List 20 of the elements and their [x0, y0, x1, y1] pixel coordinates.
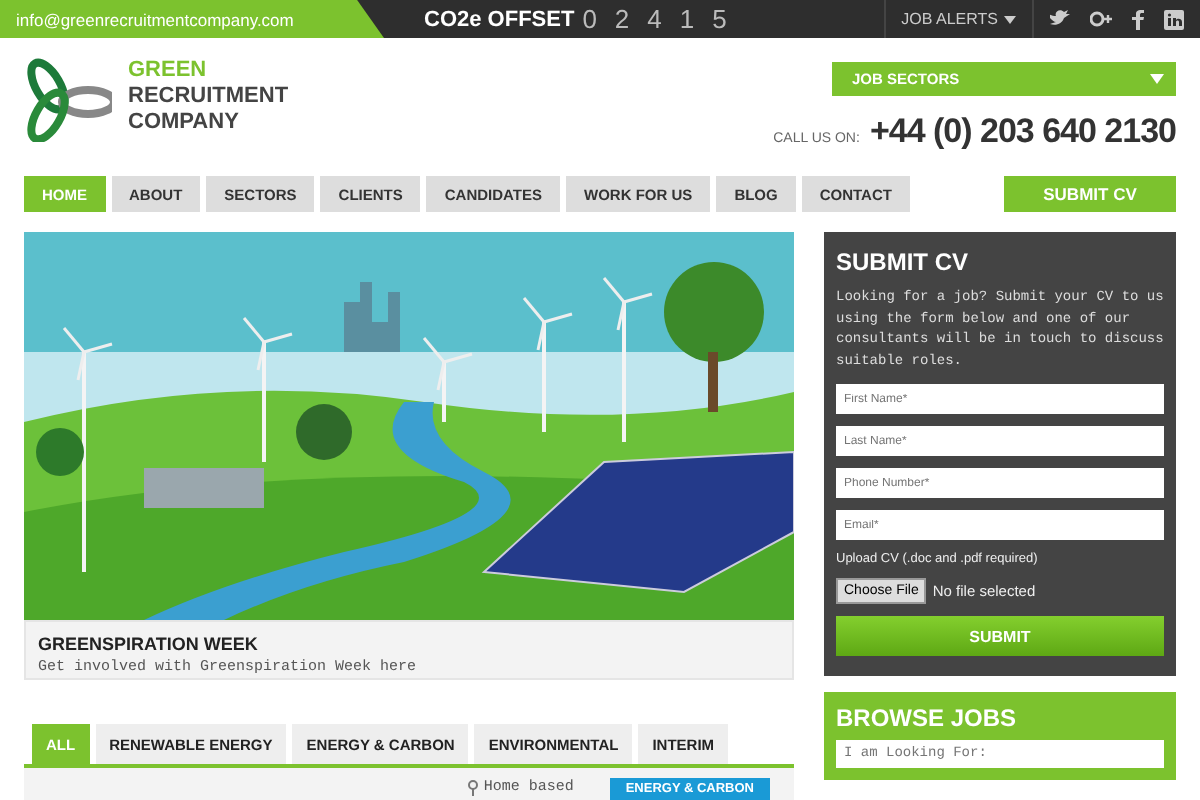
panel-title: SUBMIT CV — [836, 248, 970, 276]
phone-number: +44 (0) 203 640 2130 — [869, 112, 1176, 152]
google-plus-icon[interactable] — [1090, 9, 1112, 27]
linkedin-icon[interactable] — [1164, 9, 1184, 29]
bird-icon[interactable] — [1050, 9, 1070, 27]
offset-label: CO2e OFFSET — [424, 7, 575, 31]
panel-title: BROWSE JOBS — [836, 704, 1019, 732]
offset-digit: 1 — [679, 4, 695, 34]
caret-icon — [1150, 74, 1164, 84]
feature-title: GREENSPIRATION WEEK — [38, 634, 260, 654]
location-pin-icon — [467, 780, 478, 796]
facebook-icon[interactable] — [1132, 9, 1144, 29]
company-logo-text: GREEN RECRUITMENT COMPANY — [128, 58, 289, 138]
offset-digit: 2 — [614, 4, 630, 34]
offset-digit: 5 — [712, 4, 727, 34]
job-alerts-menu[interactable]: JOB ALERTS — [883, 0, 1034, 38]
offset-digit: 4 — [647, 4, 662, 34]
trefoil-logo-icon — [24, 58, 112, 142]
caret-icon — [1004, 15, 1016, 23]
offset-digit: 0 — [582, 4, 597, 34]
